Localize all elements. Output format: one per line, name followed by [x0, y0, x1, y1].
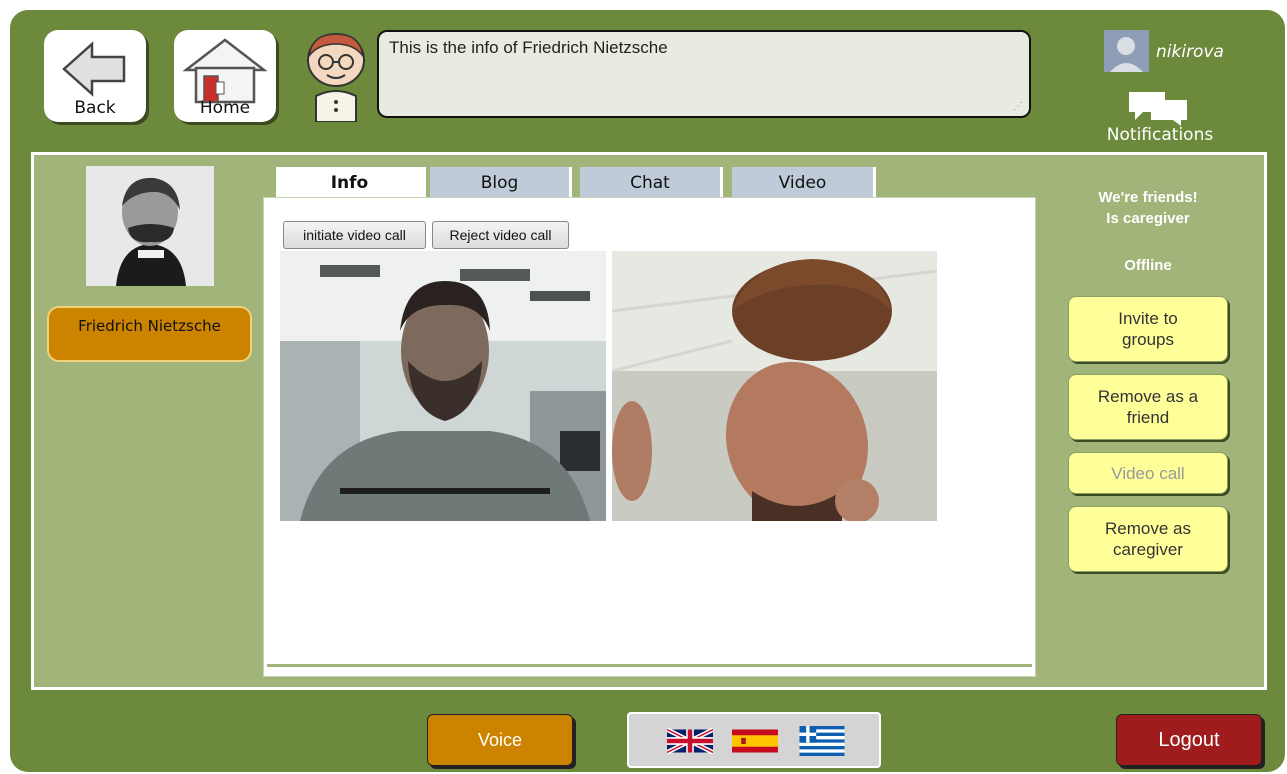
username: nikirova — [1156, 42, 1224, 62]
back-button[interactable]: Back — [44, 30, 146, 122]
video-call-label: Video call — [1111, 463, 1185, 483]
remove-friend-label: Remove as a friend — [1097, 387, 1199, 427]
initiate-video-call-button[interactable]: initiate video call — [283, 221, 426, 249]
reject-video-call-button[interactable]: Reject video call — [432, 221, 569, 249]
logout-button[interactable]: Logout — [1116, 714, 1262, 766]
back-arrow-icon — [62, 41, 126, 97]
remove-caregiver-label: Remove as caregiver — [1105, 519, 1191, 559]
caregiver-text: Is caregiver — [1106, 210, 1190, 227]
user-avatar — [1104, 30, 1149, 72]
online-status: Offline — [1124, 257, 1172, 274]
resize-grip-icon[interactable]: ⋰ — [1013, 101, 1023, 112]
friendship-status: We're friends! Is caregiver — [1066, 187, 1230, 229]
content-divider — [267, 664, 1032, 667]
spanish-flag-icon[interactable] — [732, 726, 778, 756]
assistant-character-icon — [307, 33, 365, 122]
speech-text-box[interactable]: This is the info of Friedrich Nietzsche … — [377, 30, 1031, 118]
remote-video-feed — [612, 251, 937, 521]
invite-label: Invite to groups — [1118, 309, 1178, 349]
home-label: Home — [199, 98, 251, 118]
tab-info[interactable]: Info — [276, 167, 426, 199]
speech-text: This is the info of Friedrich Nietzsche — [389, 38, 668, 57]
profile-name-button[interactable]: Friedrich Nietzsche — [47, 306, 252, 362]
local-video-feed — [280, 251, 606, 521]
home-icon — [182, 38, 268, 104]
profile-portrait — [86, 166, 214, 286]
remove-caregiver-button[interactable]: Remove as caregiver — [1068, 506, 1228, 572]
remove-friend-button[interactable]: Remove as a friend — [1068, 374, 1228, 440]
english-flag-icon[interactable] — [667, 726, 713, 756]
tab-video[interactable]: Video — [732, 167, 876, 199]
voice-button[interactable]: Voice — [427, 714, 573, 766]
back-label: Back — [74, 98, 116, 118]
invite-to-groups-button[interactable]: Invite to groups — [1068, 296, 1228, 362]
language-selector — [627, 712, 881, 768]
video-call-button[interactable]: Video call — [1068, 452, 1228, 494]
tab-blog[interactable]: Blog — [430, 167, 572, 199]
home-button[interactable]: Home — [174, 30, 276, 122]
chat-bubbles-icon — [1129, 92, 1187, 126]
tab-chat[interactable]: Chat — [580, 167, 723, 199]
friends-text: We're friends! — [1098, 189, 1198, 206]
user-info[interactable]: nikirova — [1104, 30, 1244, 72]
notifications-button[interactable]: Notifications — [1090, 90, 1230, 150]
greek-flag-icon[interactable] — [799, 726, 845, 756]
notifications-label: Notifications — [1106, 125, 1214, 145]
